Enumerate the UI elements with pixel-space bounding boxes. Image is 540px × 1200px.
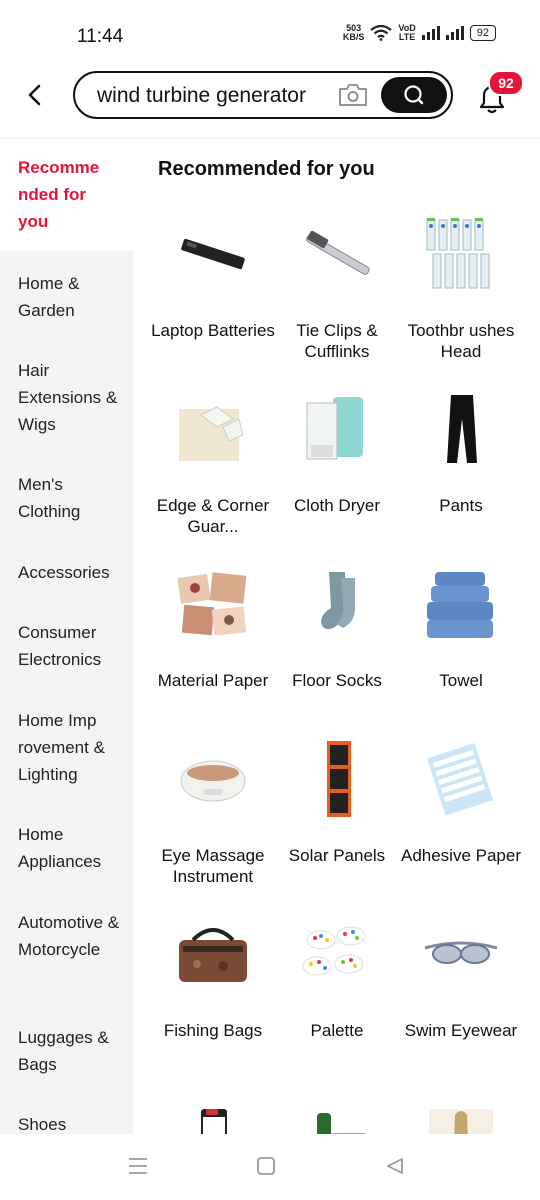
menu-icon[interactable] [127, 1156, 149, 1176]
back-arrow-icon[interactable] [22, 80, 50, 110]
category-sidebar: Recomme nded for you Home & Garden Hair … [0, 139, 133, 1134]
category-card[interactable]: Material Paper [151, 550, 275, 720]
category-card[interactable] [275, 1075, 399, 1134]
corner-guard-image [179, 406, 244, 461]
search-bar[interactable]: wind turbine generator [73, 71, 453, 119]
volte-indicator: VoD LTE [398, 23, 416, 42]
category-label: Floor Socks [292, 671, 382, 690]
home-icon[interactable] [256, 1156, 276, 1176]
sidebar-item-automotive[interactable]: Automotive & Motorcycle [18, 909, 128, 963]
sidebar-item-home-improvement[interactable]: Home Imp rovement & Lighting [18, 707, 128, 788]
category-grid: Laptop Batteries Tie Clips & Cufflinks T… [150, 200, 535, 1134]
status-bar: 11:44 503 KB/S VoD LTE 92 [0, 0, 540, 70]
wifi-icon [370, 25, 393, 41]
category-card[interactable]: Adhesive Paper [399, 725, 523, 895]
category-card[interactable]: Toothbr ushes Head [399, 200, 523, 370]
product-image [317, 1113, 367, 1134]
sidebar-item-home-appliances[interactable]: Home Appliances [18, 821, 128, 875]
category-card[interactable]: Fishing Bags [151, 900, 275, 1070]
category-label: Palette [310, 1021, 364, 1040]
category-card[interactable]: Solar Panels [275, 725, 399, 895]
search-button[interactable] [381, 77, 447, 113]
notification-badge: 92 [488, 70, 524, 96]
section-title: Recommended for you [158, 158, 375, 180]
category-label: Tie Clips & Cufflinks [296, 321, 378, 361]
back-icon[interactable] [384, 1156, 406, 1176]
sidebar-item-hair-extensions[interactable]: Hair Extensions & Wigs [18, 357, 128, 438]
adhesive-paper-image [427, 743, 494, 816]
category-label: Swim Eyewear [404, 1021, 518, 1040]
category-label: Laptop Batteries [151, 321, 275, 340]
product-image [201, 1109, 227, 1134]
category-label: Solar Panels [288, 846, 386, 865]
pants-image [447, 395, 477, 463]
category-card[interactable]: Cloth Dryer [275, 375, 399, 545]
category-label: Cloth Dryer [294, 496, 380, 515]
swim-goggles-image [424, 941, 498, 964]
category-card[interactable]: Tie Clips & Cufflinks [275, 200, 399, 370]
category-label: Toothbr ushes Head [407, 321, 515, 361]
category-card[interactable]: Palette [275, 900, 399, 1070]
category-label: Pants [439, 496, 483, 515]
category-label: Adhesive Paper [400, 846, 522, 865]
category-card[interactable]: Edge & Corner Guar... [151, 375, 275, 545]
tie-clip-image [306, 230, 370, 275]
category-label: Edge & Corner Guar... [156, 496, 270, 536]
cloth-dryer-image [306, 397, 363, 460]
eye-massager-image [180, 760, 246, 802]
category-card[interactable]: Swim Eyewear [399, 900, 523, 1070]
status-icons: 503 KB/S VoD LTE 92 [343, 24, 496, 42]
category-label: Towel [439, 671, 483, 690]
category-card[interactable]: Eye Massage Instrument [151, 725, 275, 895]
floor-socks-image [321, 572, 355, 630]
clock: 11:44 [77, 26, 124, 47]
sidebar-item-consumer-electronics[interactable]: Consumer Electronics [18, 619, 128, 673]
category-label: Fishing Bags [163, 1021, 263, 1040]
sidebar-item-home-garden[interactable]: Home & Garden [18, 270, 128, 324]
category-label: Material Paper [157, 671, 269, 690]
search-icon [404, 85, 424, 105]
signal-icon [445, 26, 464, 40]
search-header: wind turbine generator 92 [0, 70, 540, 139]
category-card[interactable]: Towel [399, 550, 523, 720]
towel-image [427, 572, 493, 638]
signal-icon [421, 26, 440, 40]
battery-icon: 92 [469, 25, 496, 41]
sidebar-item-recommended[interactable]: Recomme nded for you [0, 139, 133, 251]
solar-panel-image [327, 741, 351, 817]
category-card[interactable]: Laptop Batteries [151, 200, 275, 370]
material-paper-image [177, 572, 247, 636]
sidebar-item-accessories[interactable]: Accessories [18, 559, 128, 586]
category-card[interactable]: Pants [399, 375, 523, 545]
network-speed: 503 KB/S [342, 23, 365, 42]
category-label: Eye Massage Instrument [161, 846, 265, 886]
sidebar-item-mens-clothing[interactable]: Men's Clothing [18, 471, 128, 525]
system-nav-bar [0, 1134, 540, 1200]
toothbrush-heads-image [426, 218, 490, 289]
camera-icon[interactable] [337, 82, 369, 108]
fishing-bag-image [179, 928, 247, 982]
product-image [429, 1109, 493, 1134]
category-card[interactable]: Floor Socks [275, 550, 399, 720]
search-input[interactable]: wind turbine generator [97, 84, 306, 108]
palette-image [302, 926, 366, 976]
sidebar-item-shoes[interactable]: Shoes [18, 1111, 128, 1134]
sidebar-item-luggages-bags[interactable]: Luggages & Bags [18, 1024, 128, 1078]
laptop-battery-image [181, 238, 245, 270]
category-card[interactable] [151, 1075, 275, 1134]
category-card[interactable] [399, 1075, 523, 1134]
sidebar-item-label: Recomme nded for you [18, 158, 100, 231]
